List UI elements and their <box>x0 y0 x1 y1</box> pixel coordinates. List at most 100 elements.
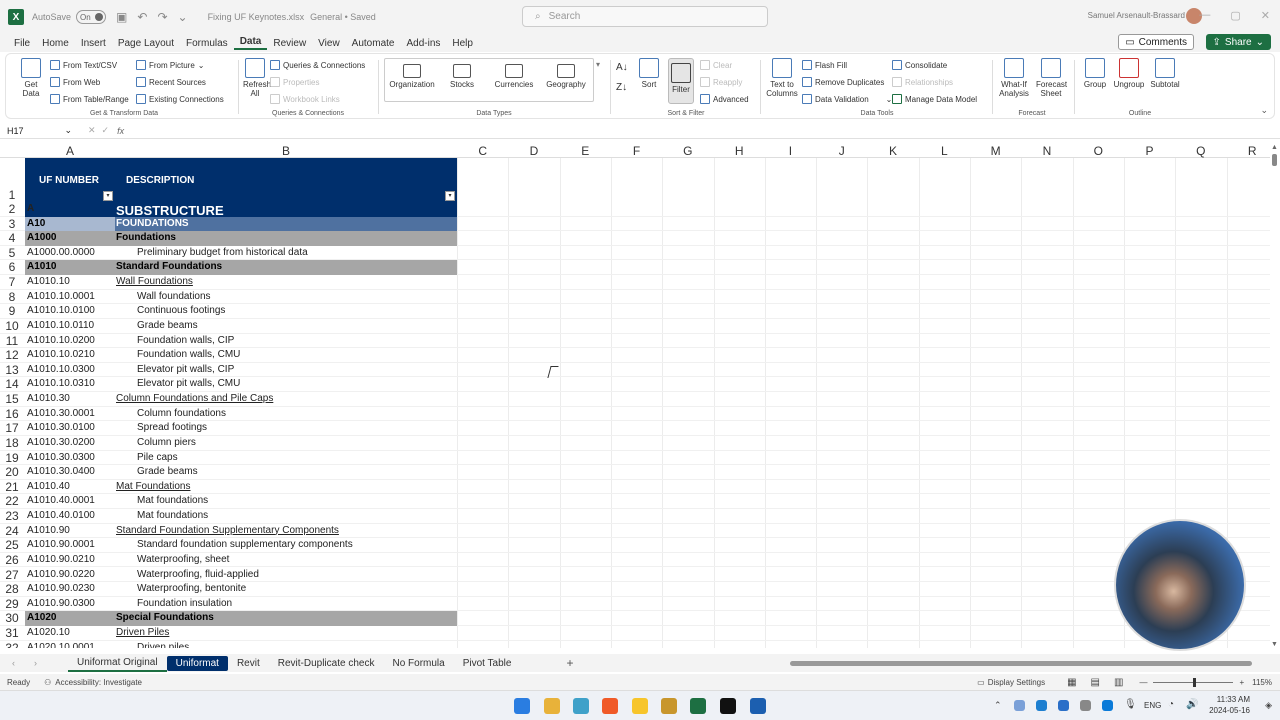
cell-description[interactable]: Grade beams <box>115 319 457 334</box>
column-header-j[interactable]: J <box>816 144 867 158</box>
consolidate-button[interactable]: Consolidate <box>892 60 947 70</box>
cancel-icon[interactable]: ✕ <box>88 125 96 136</box>
cell-uf-number[interactable]: A1010.10.0300 <box>26 363 114 378</box>
zoom-level[interactable]: 115% <box>1252 678 1272 687</box>
manage-data-model-button[interactable]: Manage Data Model <box>892 94 977 104</box>
save-icon[interactable]: ▣ <box>116 10 127 24</box>
sheet-tab-uniformat[interactable]: Uniformat <box>166 655 228 671</box>
refresh-all-button[interactable]: Refresh All <box>240 58 271 98</box>
cell-uf-number[interactable]: A1010.10.0110 <box>26 319 114 334</box>
from-text-csv-button[interactable]: From Text/CSV <box>50 60 117 70</box>
revit-icon[interactable] <box>750 698 766 714</box>
cell-uf-number[interactable]: A1010.90.0001 <box>26 538 114 553</box>
row-number[interactable]: 9 <box>0 304 24 319</box>
enter-icon[interactable]: ✓ <box>102 125 110 136</box>
table-row[interactable]: 18 A1010.30.0200 Column piers <box>0 436 1270 451</box>
next-sheet-icon[interactable]: › <box>34 658 37 668</box>
remove-duplicates-button[interactable]: Remove Duplicates <box>802 77 884 87</box>
app-icon[interactable] <box>661 698 677 714</box>
subtotal-button[interactable]: Subtotal <box>1148 58 1182 89</box>
comments-button[interactable]: ▭ Comments <box>1118 34 1194 50</box>
what-if-button[interactable]: What-If Analysis <box>996 58 1032 98</box>
column-header-l[interactable]: L <box>919 144 970 158</box>
tray-icon[interactable] <box>1058 700 1069 711</box>
table-row[interactable]: 12 A1010.10.0210 Foundation walls, CMU <box>0 348 1270 363</box>
column-header-g[interactable]: G <box>662 144 713 158</box>
accessibility-status[interactable]: Accessibility: Investigate <box>55 678 142 687</box>
recent-sources-button[interactable]: Recent Sources <box>136 77 206 87</box>
close-icon[interactable]: ✕ <box>1261 9 1270 22</box>
cell-uf-number[interactable]: A1010.40.0100 <box>26 509 114 524</box>
clock[interactable]: 11:33 AM 2024-05-16 <box>1209 694 1250 716</box>
row-number[interactable]: 26 <box>0 553 24 568</box>
column-header-h[interactable]: H <box>714 144 765 158</box>
row-number[interactable]: 20 <box>0 465 24 480</box>
column-header-d[interactable]: D <box>508 144 559 158</box>
cell-uf-number[interactable]: A1010.10 <box>26 275 114 290</box>
autosave-toggle[interactable]: On <box>76 10 107 24</box>
column-header-f[interactable]: F <box>611 144 662 158</box>
maximize-icon[interactable]: ▢ <box>1230 9 1240 22</box>
table-row[interactable]: 13 A1010.10.0300 Elevator pit walls, CIP <box>0 363 1270 378</box>
formula-input[interactable] <box>124 124 1280 138</box>
row-number[interactable]: 17 <box>0 421 24 436</box>
excel-icon[interactable] <box>690 698 706 714</box>
row-number[interactable]: 23 <box>0 509 24 524</box>
menu-tab-file[interactable]: File <box>8 38 36 49</box>
filter-dropdown-icon[interactable]: ▾ <box>445 191 455 201</box>
table-row[interactable]: 3 A10 FOUNDATIONS <box>0 216 1270 232</box>
relationships-button[interactable]: Relationships <box>892 77 953 87</box>
cell-uf-number[interactable]: A1010.90.0210 <box>26 553 114 568</box>
column-header-m[interactable]: M <box>970 144 1021 158</box>
row-number[interactable]: 19 <box>0 451 24 466</box>
minimize-icon[interactable]: — <box>1199 9 1210 22</box>
menu-tab-data[interactable]: Data <box>233 36 268 50</box>
cell-description[interactable]: Standard foundation supplementary compon… <box>115 538 457 553</box>
row-number[interactable]: 10 <box>0 319 24 334</box>
row-number[interactable]: 27 <box>0 568 24 583</box>
organization-button[interactable]: Organization <box>388 64 436 89</box>
cell-uf-number[interactable]: A1010.90 <box>26 524 114 539</box>
tray-icon[interactable] <box>1014 700 1025 711</box>
flash-fill-button[interactable]: Flash Fill <box>802 60 847 70</box>
sort-za-icon[interactable]: Z↓ <box>616 82 627 93</box>
row-number[interactable]: 29 <box>0 597 24 612</box>
menu-tab-insert[interactable]: Insert <box>75 38 112 49</box>
cell-uf-number[interactable]: A1010.90.0300 <box>26 597 114 612</box>
existing-connections-button[interactable]: Existing Connections <box>136 94 224 104</box>
cell-uf-number[interactable]: A1010 <box>26 260 114 275</box>
menu-tab-review[interactable]: Review <box>267 38 312 49</box>
page-layout-view-icon[interactable]: ▤ <box>1091 677 1100 688</box>
table-row[interactable]: 29 A1010.90.0300 Foundation insulation <box>0 597 1270 612</box>
row-number[interactable]: 4 <box>0 231 24 246</box>
cell-description[interactable]: Wall foundations <box>115 290 457 305</box>
column-header-a[interactable]: A <box>25 144 115 158</box>
row-number[interactable]: 11 <box>0 334 24 349</box>
power-bi-icon[interactable] <box>632 698 648 714</box>
cell-description[interactable]: Waterproofing, fluid-applied <box>115 568 457 583</box>
table-row[interactable]: 22 A1010.40.0001 Mat foundations <box>0 494 1270 509</box>
filter-button[interactable]: Filter <box>668 58 694 104</box>
table-row[interactable]: 30 A1020 Special Foundations <box>0 611 1270 626</box>
share-button[interactable]: ⇪ Share ⌄ <box>1205 34 1271 50</box>
menu-tab-add-ins[interactable]: Add-ins <box>400 38 446 49</box>
column-header-k[interactable]: K <box>867 144 918 158</box>
row-number[interactable]: 7 <box>0 275 24 290</box>
browser-icon[interactable] <box>573 698 589 714</box>
column-header-i[interactable]: I <box>765 144 816 158</box>
cell-description[interactable]: Foundations <box>115 231 457 246</box>
group-button[interactable]: Group <box>1080 58 1110 89</box>
cell-uf-number[interactable]: A1020 <box>26 611 114 626</box>
cell-uf-number[interactable]: A1010.30 <box>26 392 114 407</box>
table-row[interactable]: 8 A1010.10.0001 Wall foundations <box>0 290 1270 305</box>
table-row[interactable]: 4 A1000 Foundations <box>0 231 1270 246</box>
advanced-filter-button[interactable]: Advanced <box>700 94 749 104</box>
add-sheet-icon[interactable]: + <box>566 656 573 670</box>
cell-description[interactable]: Column Foundations and Pile Caps <box>115 392 457 407</box>
menu-tab-page-layout[interactable]: Page Layout <box>112 38 180 49</box>
sheet-tab-revit-duplicate-check[interactable]: Revit-Duplicate check <box>269 656 384 671</box>
cell-description[interactable]: Preliminary budget from historical data <box>115 246 457 261</box>
cell-description[interactable]: Foundation insulation <box>115 597 457 612</box>
filter-dropdown-icon[interactable]: ▾ <box>103 191 113 201</box>
cell-uf-number[interactable]: A1020.10.0001 <box>26 641 114 648</box>
